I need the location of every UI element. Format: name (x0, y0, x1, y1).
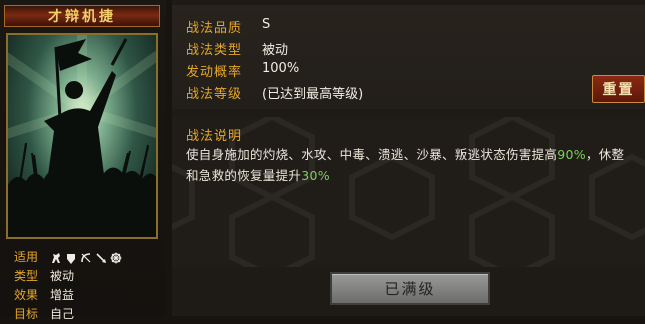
skill-name: 才辩机捷 (4, 5, 160, 27)
stat-type-label: 类型 (14, 269, 39, 283)
description-text: 使自身施加的灼烧、水攻、中毒、溃逃、沙暴、叛逃状态伤害提高90%，休整和急救的恢… (186, 144, 634, 186)
warrior-silhouette-icon (8, 35, 156, 237)
skill-description-box: 战法说明 使自身施加的灼烧、水攻、中毒、溃逃、沙暴、叛逃状态伤害提高90%，休整… (172, 117, 645, 267)
stat-effect-label: 效果 (14, 288, 39, 302)
rate-label: 发动概率 (186, 65, 243, 80)
stat-apply: 适用 (14, 248, 122, 267)
quality-value: S (262, 17, 271, 32)
description-percent-1: 90% (557, 147, 586, 162)
skill-card: 才辩机捷 适用 类型 被动 效果 增益 目标 自己 (0, 0, 166, 321)
quality-label: 战法品质 (186, 21, 243, 36)
level-label: 战法等级 (186, 87, 243, 102)
reset-button[interactable]: 重置 (592, 75, 645, 103)
skill-portrait (6, 33, 158, 239)
ship-wheel-icon (110, 252, 122, 263)
stat-effect-value: 增益 (50, 288, 75, 302)
stat-type: 类型 被动 (14, 267, 122, 286)
bow-icon (81, 252, 91, 262)
description-percent-2: 30% (301, 168, 330, 183)
description-title: 战法说明 (186, 129, 243, 144)
stat-effect: 效果 增益 (14, 286, 122, 305)
category-label: 战法类型 (186, 43, 243, 58)
info-category: 战法类型 被动 (186, 39, 288, 58)
hexagon-pattern (172, 117, 645, 267)
level-value: (已达到最高等级) (262, 87, 364, 102)
stat-target-value: 自己 (50, 307, 75, 321)
skill-detail-panel: 战法品质 S 战法类型 被动 发动概率 100% 战法等级 (已达到最高等级) … (172, 0, 645, 316)
info-quality: 战法品质 S (186, 17, 270, 36)
info-level: 战法等级 (已达到最高等级) (186, 83, 363, 102)
max-level-button[interactable]: 已满级 (330, 272, 490, 305)
category-value: 被动 (262, 43, 289, 58)
skill-stats: 适用 类型 被动 效果 增益 目标 自己 (14, 248, 122, 324)
stat-apply-label: 适用 (14, 250, 39, 264)
cavalry-icon (52, 252, 60, 263)
skill-info-box: 战法品质 S 战法类型 被动 发动概率 100% 战法等级 (已达到最高等级) … (172, 5, 645, 109)
stat-target: 目标 自己 (14, 305, 122, 324)
spear-icon (96, 252, 106, 263)
description-part-1: 使自身施加的灼烧、水攻、中毒、溃逃、沙暴、叛逃状态伤害提高 (186, 147, 558, 162)
stat-target-label: 目标 (14, 307, 39, 321)
info-rate: 发动概率 100% (186, 61, 299, 80)
shield-icon (67, 253, 75, 264)
stat-type-value: 被动 (50, 269, 75, 283)
rate-value: 100% (262, 61, 300, 76)
troop-type-icons (50, 252, 122, 264)
